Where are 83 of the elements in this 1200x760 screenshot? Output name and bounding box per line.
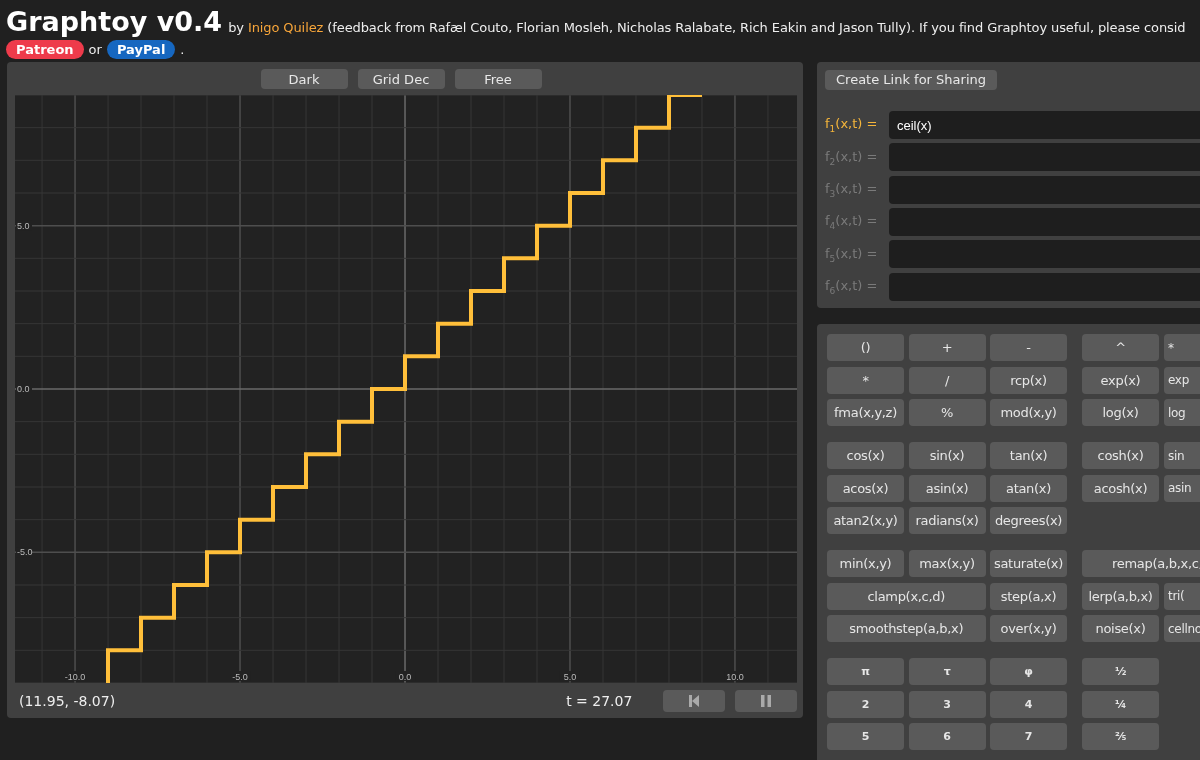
keypad-button[interactable]: 6: [908, 723, 986, 750]
keypad-button[interactable]: /: [908, 366, 986, 394]
keypad-button[interactable]: cosh(x): [1082, 442, 1159, 469]
formula-field[interactable]: [889, 143, 1200, 172]
keypad-button[interactable]: mod(x,y): [990, 399, 1067, 426]
keypad-button[interactable]: tan(x): [990, 442, 1067, 469]
keypad-button[interactable]: %: [908, 399, 986, 426]
keypad-button[interactable]: sin: [1164, 442, 1200, 469]
donate-link[interactable]: Patreon: [6, 39, 84, 59]
keypad-button[interactable]: -: [990, 334, 1067, 361]
keypad-button[interactable]: log: [1164, 399, 1200, 426]
axis-label: -10.0: [64, 672, 86, 682]
keypad-button[interactable]: over(x,y): [990, 615, 1067, 642]
keypad-button[interactable]: step(a,x): [990, 582, 1067, 610]
keypad-button[interactable]: exp(x): [1082, 366, 1159, 394]
pause-icon: [759, 693, 772, 708]
restart-button[interactable]: [662, 689, 725, 712]
app-title: Graphtoy v0.4: [6, 6, 223, 38]
axis-label: 0.0: [17, 384, 30, 394]
keypad-button[interactable]: acosh(x): [1082, 474, 1159, 502]
keypad-button[interactable]: atan(x): [990, 474, 1067, 502]
keypad-button[interactable]: degrees(x): [990, 507, 1067, 534]
formula-field[interactable]: [889, 272, 1200, 301]
axis-label: 0.0: [398, 672, 412, 682]
formula-field[interactable]: [889, 208, 1200, 237]
keypad-button[interactable]: radians(x): [908, 507, 986, 534]
period-text: .: [180, 41, 185, 57]
axis-label: 10.0: [726, 672, 744, 682]
keypad-button[interactable]: *: [827, 366, 904, 394]
keypad-button[interactable]: clamp(x,c,d): [827, 582, 986, 610]
keypad-button[interactable]: max(x,y): [908, 550, 986, 577]
function-plot[interactable]: -10.0 -5.0 0.0 5.0 10.0 5.0 0.0 -5.0: [15, 95, 797, 683]
keypad-button[interactable]: noise(x): [1082, 615, 1159, 642]
keypad-button[interactable]: 3: [908, 690, 986, 718]
keypad-button[interactable]: 5: [827, 723, 904, 750]
keypad-button[interactable]: atan2(x,y): [827, 507, 904, 534]
formula-field[interactable]: ceil(x): [889, 111, 1200, 140]
axis-label: -5.0: [17, 547, 33, 558]
keypad-button[interactable]: 2: [827, 690, 904, 718]
keypad-button[interactable]: asin: [1164, 474, 1200, 502]
keypad-button[interactable]: sin(x): [908, 442, 986, 469]
toolbar-button[interactable]: Free: [454, 69, 542, 89]
toolbar-button[interactable]: Grid Dec: [357, 69, 445, 89]
author-link[interactable]: Inigo Quilez: [247, 20, 324, 35]
keypad-button[interactable]: *: [1164, 334, 1200, 361]
or-text: or: [88, 41, 102, 57]
share-link-button[interactable]: Create Link for Sharing: [825, 69, 997, 90]
keypad-button[interactable]: smoothstep(a,b,x): [827, 615, 986, 642]
keypad-button[interactable]: tri(: [1164, 582, 1200, 610]
keypad-button[interactable]: ½: [1082, 658, 1159, 685]
keypad-button[interactable]: +: [908, 334, 986, 361]
pause-button[interactable]: [734, 689, 797, 712]
keypad-button[interactable]: (): [827, 334, 904, 361]
keypad-button[interactable]: asin(x): [908, 474, 986, 502]
credits-text: by Inigo Quilez (feedback from Rafæl Couto, Florian Mosleh, Nicholas Ralabate, Rich Eakin and Jason Tully). If you find Graphtoy useful, please consid: [228, 20, 1186, 37]
keypad-button[interactable]: lerp(a,b,x): [1082, 582, 1159, 610]
keypad-button[interactable]: ¼: [1082, 690, 1159, 718]
keypad-button[interactable]: cos(x): [827, 442, 904, 469]
keypad-button[interactable]: 7: [990, 723, 1067, 750]
keypad-button[interactable]: min(x,y): [827, 550, 904, 577]
keypad-button[interactable]: log(x): [1082, 399, 1159, 426]
axis-label: 5.0: [17, 220, 30, 231]
keypad-button[interactable]: ^: [1082, 334, 1159, 361]
keypad-button[interactable]: acos(x): [827, 474, 904, 502]
toolbar-button[interactable]: Dark: [260, 69, 348, 89]
keypad-button[interactable]: ⅖: [1082, 723, 1159, 750]
cursor-coordinates: (11.95, -8.07): [18, 692, 117, 709]
formula-field[interactable]: [889, 175, 1200, 204]
keypad-button[interactable]: fma(x,y,z): [827, 399, 904, 426]
skip-back-icon: [686, 693, 701, 708]
keypad-button[interactable]: saturate(x): [990, 550, 1067, 577]
axis-label: -5.0: [232, 672, 248, 682]
keypad-button[interactable]: 4: [990, 690, 1067, 718]
keypad-button[interactable]: rcp(x): [990, 366, 1067, 394]
time-readout: t = 27.07: [566, 692, 634, 709]
keypad-button[interactable]: exp: [1164, 366, 1200, 394]
formula-field[interactable]: [889, 240, 1200, 269]
keypad-button[interactable]: φ: [990, 658, 1067, 685]
donate-link[interactable]: PayPal: [106, 39, 176, 59]
axis-label: 5.0: [563, 672, 577, 682]
keypad-button[interactable]: π: [827, 658, 904, 685]
function-label: f$_{1}$(x,t) =: [825, 116, 879, 134]
keypad-button[interactable]: τ: [908, 658, 986, 685]
